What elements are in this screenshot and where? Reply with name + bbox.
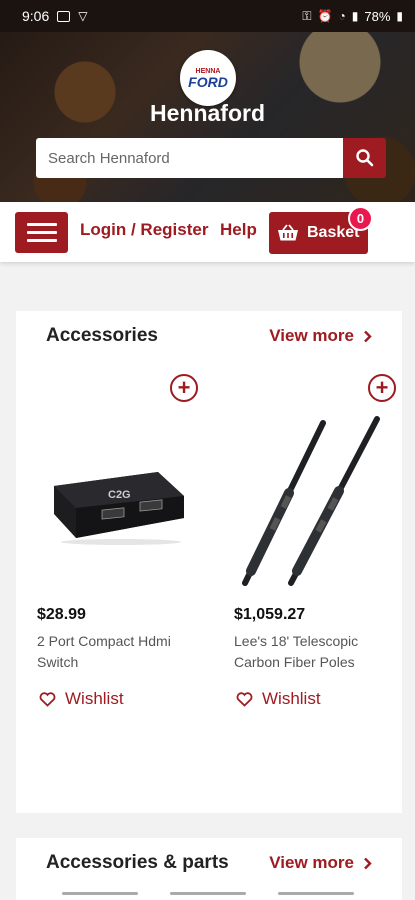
chevron-right-icon [364, 857, 372, 869]
svg-text:C2G: C2G [108, 489, 131, 501]
menu-button[interactable] [15, 212, 68, 253]
carbon-poles-image[interactable] [231, 411, 391, 591]
gallery-icon [57, 10, 71, 22]
nav-home-handle[interactable] [170, 892, 246, 895]
hdmi-switch-image[interactable]: C2G [46, 466, 196, 546]
section-title: Accessories [46, 325, 158, 346]
login-register-link[interactable]: Login / Register [80, 220, 208, 240]
status-time: 9:06 [22, 8, 50, 24]
basket-icon [278, 224, 298, 241]
wishlist-button[interactable]: Wishlist [236, 689, 321, 709]
wishlist-label: Wishlist [262, 689, 321, 708]
nav-recent-handle[interactable] [62, 892, 138, 895]
product-price: $28.99 [37, 606, 86, 623]
view-more-label: View more [269, 326, 354, 345]
section-title: Accessories & parts [46, 852, 229, 873]
key-icon: ⚿ [302, 9, 312, 23]
search-bar [36, 138, 386, 178]
heart-icon [39, 691, 56, 707]
wishlist-label: Wishlist [65, 689, 124, 708]
heart-icon [236, 691, 253, 707]
system-nav-bar [0, 890, 415, 900]
status-bar: 9:06 ▽ ⚿ ⏰ ◔ ▮ 78% ▮ [0, 0, 415, 32]
basket-count-badge: 0 [348, 206, 373, 231]
hero-header: HENNA FORD Hennaford [0, 32, 415, 202]
hamburger-line [26, 239, 57, 242]
wifi-icon: ◔ [338, 9, 346, 23]
view-more-link[interactable]: View more [269, 326, 372, 346]
signal-icon: ▮ [351, 9, 359, 23]
view-more-link[interactable]: View more [269, 853, 372, 873]
battery-icon: ▮ [396, 9, 403, 23]
brand-logo[interactable]: HENNA FORD [180, 50, 236, 106]
accessories-section: Accessories View more + C2G $28.99 2 Por… [16, 311, 402, 813]
add-to-basket-button[interactable]: + [170, 374, 198, 402]
hamburger-line [26, 231, 57, 234]
help-link[interactable]: Help [220, 220, 257, 240]
product-name[interactable]: 2 Port Compact Hdmi Switch [37, 631, 197, 673]
chevron-right-icon [364, 330, 372, 342]
brand-name: Hennaford [150, 100, 265, 126]
search-input[interactable] [36, 138, 343, 178]
hamburger-icon [26, 223, 57, 226]
search-icon [355, 149, 373, 167]
product-name[interactable]: Lee's 18' Telescopic Carbon Fiber Poles [234, 631, 394, 673]
product-price: $1,059.27 [234, 606, 306, 623]
battery-percent: 78% [364, 8, 391, 24]
view-more-label: View more [269, 853, 354, 872]
alarm-icon: ⏰ [317, 9, 333, 23]
nav-back-handle[interactable] [278, 892, 354, 895]
search-button[interactable] [343, 138, 386, 178]
add-to-basket-button[interactable]: + [368, 374, 396, 402]
vpn-shield-icon: ▽ [78, 9, 88, 23]
wishlist-button[interactable]: Wishlist [39, 689, 124, 709]
